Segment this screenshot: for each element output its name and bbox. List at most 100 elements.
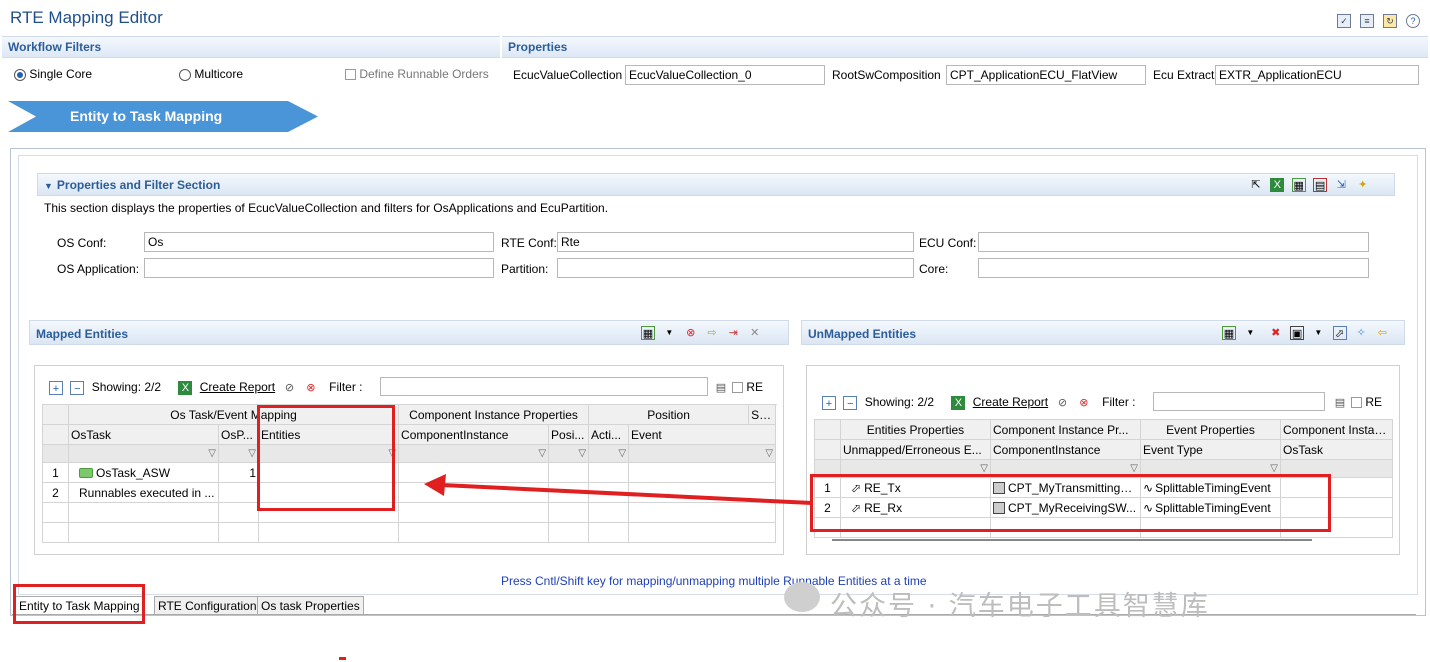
import-icon[interactable]: ⇲ — [1334, 178, 1348, 192]
expand-all-icon[interactable]: + — [49, 380, 63, 395]
clear-filter-icon[interactable]: ⊘ — [282, 381, 296, 395]
os-application-field[interactable] — [144, 258, 494, 278]
mapped-toolbar: ▦ ▼ ⊗ ⇨ ⇥ ✕ — [641, 325, 766, 340]
group-header[interactable]: Position — [588, 404, 750, 425]
entities-column-highlight — [257, 405, 395, 511]
define-runnable-checkbox[interactable]: Define Runnable Orders — [345, 67, 489, 81]
funnel-icon[interactable]: ▽ — [578, 448, 586, 459]
red-mark — [339, 657, 346, 660]
dropdown-icon[interactable]: ▼ — [662, 326, 676, 340]
partition-label: Partition: — [501, 262, 549, 276]
column-header[interactable]: OsTask — [68, 424, 219, 445]
os-conf-label: OS Conf: — [57, 236, 107, 250]
unmapped-filter-input[interactable] — [1153, 392, 1325, 411]
dropdown-icon[interactable]: ▼ — [1243, 326, 1257, 340]
column-header-row: Unmapped/Erroneous E... ComponentInstanc… — [814, 439, 1393, 460]
properties-header: Properties — [502, 36, 1428, 58]
remove-icon[interactable]: ⊗ — [684, 326, 698, 340]
dropdown-icon[interactable]: ▼ — [1311, 326, 1325, 340]
unmapped-toolbar: ▦ ▼ ✖ ▣ ▼ ⬀ ✧ ⇦ — [1222, 325, 1393, 340]
document-icon[interactable]: ≡ — [1360, 14, 1374, 28]
expand-all-icon[interactable]: + — [822, 395, 836, 410]
checklist-icon[interactable]: ✓ — [1337, 14, 1351, 28]
unmapped-re-label: RE — [1365, 395, 1383, 409]
group-header[interactable]: Component Instance — [1280, 419, 1393, 440]
table-icon[interactable]: ▤ — [1313, 177, 1328, 192]
ecu-extract-field[interactable]: EXTR_ApplicationECU — [1215, 65, 1419, 85]
unmap-icon[interactable]: ⇥ — [726, 326, 740, 340]
column-header[interactable]: Posi... — [548, 424, 590, 445]
arrow-right-icon[interactable]: ⇨ — [705, 326, 719, 340]
delete-icon[interactable]: ✖ — [1269, 326, 1283, 340]
filter-section-header[interactable]: ▼ Properties and Filter Section — [37, 173, 1395, 196]
column-header[interactable]: ComponentInstance — [398, 424, 550, 445]
os-conf-field[interactable]: Os — [144, 232, 494, 252]
collapse-all-icon[interactable]: − — [70, 380, 85, 395]
arrow-left-icon[interactable]: ⇦ — [1375, 326, 1389, 340]
funnel-icon[interactable]: ▽ — [618, 448, 626, 459]
column-header[interactable]: OsP... — [218, 424, 259, 445]
ostask-cell: Runnables executed in ... — [68, 482, 219, 503]
funnel-icon[interactable]: ▽ — [765, 448, 773, 459]
mapped-re-toggle[interactable]: ▤ RE — [714, 380, 763, 395]
pin-icon[interactable]: ✧ — [1354, 326, 1368, 340]
component-icon[interactable]: ▣ — [1290, 325, 1305, 340]
partition-field[interactable] — [557, 258, 914, 278]
grid-icon[interactable]: ▦ — [1291, 177, 1306, 192]
collapse-arrow-icon[interactable]: ▼ — [44, 181, 53, 191]
clear-filter-icon[interactable]: ⊘ — [1055, 396, 1069, 410]
column-header[interactable]: ComponentInstance — [990, 439, 1141, 460]
tab-os-task-properties[interactable]: Os task Properties — [257, 596, 364, 615]
rte-conf-label: RTE Conf: — [501, 236, 557, 250]
group-header[interactable]: Component Instance Pr... — [990, 419, 1141, 440]
excel-icon[interactable]: X — [1270, 177, 1285, 192]
column-header[interactable]: Acti... — [588, 424, 630, 445]
wand-icon[interactable]: ✦ — [1356, 178, 1370, 192]
mapped-showing-count: Showing: 2/2 — [91, 380, 162, 394]
export-icon[interactable]: ⇱ — [1249, 178, 1263, 192]
mapped-create-report-link[interactable]: Create Report — [200, 380, 275, 394]
active-tab-highlight — [13, 584, 145, 624]
group-header[interactable]: Swc Event Properti... — [748, 404, 777, 425]
funnel-icon[interactable]: ▽ — [248, 448, 256, 459]
horizontal-scrollbar[interactable] — [832, 539, 1312, 541]
reset-filter-icon[interactable]: ⊗ — [1077, 396, 1091, 410]
column-header[interactable]: Event Type — [1140, 439, 1281, 460]
ecu-conf-field[interactable] — [978, 232, 1369, 252]
column-header[interactable]: Unmapped/Erroneous E... — [840, 439, 991, 460]
columns-icon[interactable]: ▦ — [1222, 325, 1236, 340]
mapped-filter-label: Filter : — [329, 380, 363, 394]
filter-section-description: This section displays the properties of … — [44, 201, 609, 215]
group-header[interactable]: Event Properties — [1140, 419, 1281, 440]
doc-filter-icon: ▤ — [1334, 396, 1346, 409]
column-header[interactable]: OsTask — [1280, 439, 1393, 460]
close-icon[interactable]: ✕ — [748, 326, 762, 340]
group-header[interactable]: Component Instance Properties — [398, 404, 590, 425]
columns-icon[interactable]: ▦ — [641, 325, 655, 340]
runnable-icon[interactable]: ⬀ — [1332, 325, 1347, 340]
reset-filter-icon[interactable]: ⊗ — [304, 381, 318, 395]
mapped-filter-input[interactable] — [380, 377, 708, 396]
tab-rte-configuration[interactable]: RTE Configuration — [154, 596, 261, 615]
refresh-icon[interactable]: ↻ — [1383, 14, 1397, 28]
group-header[interactable]: Entities Properties — [840, 419, 991, 440]
single-core-label: Single Core — [29, 67, 93, 81]
collapse-all-icon[interactable]: − — [843, 395, 858, 410]
checkbox-icon — [345, 69, 356, 81]
core-field[interactable] — [978, 258, 1369, 278]
column-header[interactable]: Event — [628, 424, 777, 445]
single-core-radio[interactable]: Single Core — [14, 67, 92, 81]
funnel-icon[interactable]: ▽ — [980, 463, 988, 474]
rte-conf-field[interactable]: Rte — [557, 232, 914, 252]
funnel-icon[interactable]: ▽ — [538, 448, 546, 459]
multicore-radio[interactable]: Multicore — [179, 67, 243, 81]
unmapped-create-report-link[interactable]: Create Report — [973, 395, 1048, 409]
ecuc-field[interactable]: EcucValueCollection_0 — [625, 65, 825, 85]
help-icon[interactable]: ? — [1406, 14, 1420, 28]
ecu-extract-label: Ecu Extract — [1153, 68, 1215, 82]
funnel-icon[interactable]: ▽ — [1270, 463, 1278, 474]
funnel-icon[interactable]: ▽ — [208, 448, 216, 459]
unmapped-re-toggle[interactable]: ▤ RE — [1333, 395, 1382, 410]
root-composition-field[interactable]: CPT_ApplicationECU_FlatView — [946, 65, 1146, 85]
funnel-icon[interactable]: ▽ — [1130, 463, 1138, 474]
